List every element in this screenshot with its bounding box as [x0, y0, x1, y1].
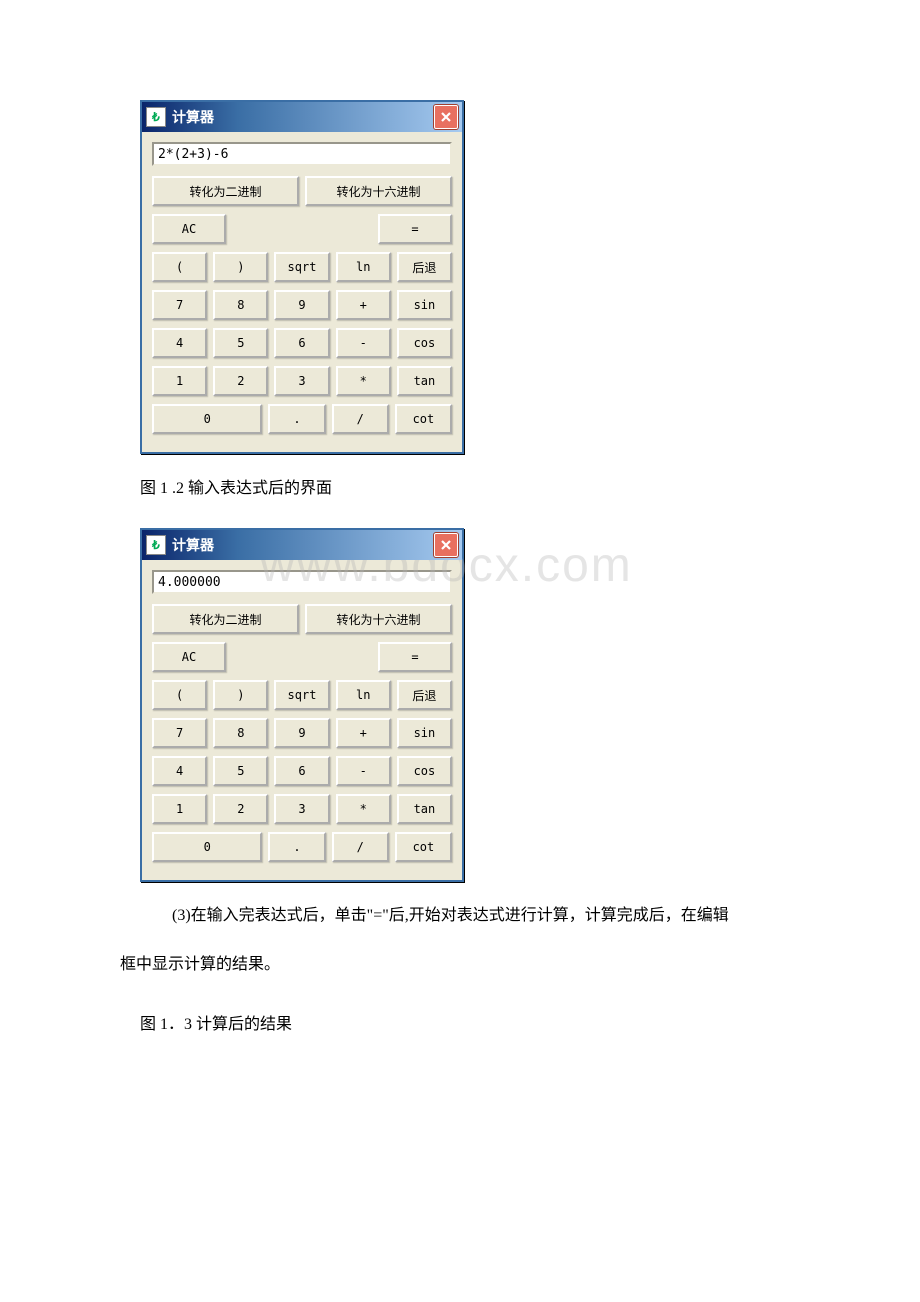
- calculator-body: 转化为二进制 转化为十六进制 AC = ( ) sqrt ln 后退 7: [142, 560, 462, 880]
- close-icon[interactable]: [434, 105, 458, 129]
- ac-button[interactable]: AC: [152, 214, 226, 244]
- key-7[interactable]: 7: [152, 290, 207, 320]
- tan-button[interactable]: tan: [397, 794, 452, 824]
- key-2[interactable]: 2: [213, 794, 268, 824]
- dot-button[interactable]: .: [268, 404, 325, 434]
- spacer: [232, 214, 372, 244]
- sin-button[interactable]: sin: [397, 718, 452, 748]
- to-binary-button[interactable]: 转化为二进制: [152, 176, 299, 206]
- key-4[interactable]: 4: [152, 328, 207, 358]
- key-2[interactable]: 2: [213, 366, 268, 396]
- key-5[interactable]: 5: [213, 328, 268, 358]
- titlebar[interactable]: ₺ 计算器: [142, 102, 462, 132]
- cos-button[interactable]: cos: [397, 756, 452, 786]
- key-0[interactable]: 0: [152, 404, 262, 434]
- key-3[interactable]: 3: [274, 794, 329, 824]
- lparen-button[interactable]: (: [152, 252, 207, 282]
- key-1[interactable]: 1: [152, 794, 207, 824]
- div-button[interactable]: /: [332, 832, 389, 862]
- cot-button[interactable]: cot: [395, 832, 452, 862]
- lparen-button[interactable]: (: [152, 680, 207, 710]
- cos-button[interactable]: cos: [397, 328, 452, 358]
- expression-input[interactable]: [152, 570, 452, 594]
- sin-button[interactable]: sin: [397, 290, 452, 320]
- app-icon: ₺: [146, 535, 166, 555]
- to-binary-button[interactable]: 转化为二进制: [152, 604, 299, 634]
- key-8[interactable]: 8: [213, 290, 268, 320]
- figure-caption-1: 图 1 .2 输入表达式后的界面: [140, 474, 800, 498]
- ac-button[interactable]: AC: [152, 642, 226, 672]
- equals-button[interactable]: =: [378, 642, 452, 672]
- key-0[interactable]: 0: [152, 832, 262, 862]
- dot-button[interactable]: .: [268, 832, 325, 862]
- tan-button[interactable]: tan: [397, 366, 452, 396]
- key-9[interactable]: 9: [274, 718, 329, 748]
- key-6[interactable]: 6: [274, 756, 329, 786]
- spacer: [232, 642, 372, 672]
- figure-caption-2: 图 1．3 计算后的结果: [140, 1010, 800, 1034]
- rparen-button[interactable]: ): [213, 680, 268, 710]
- back-button[interactable]: 后退: [397, 680, 452, 710]
- cot-button[interactable]: cot: [395, 404, 452, 434]
- key-6[interactable]: 6: [274, 328, 329, 358]
- key-4[interactable]: 4: [152, 756, 207, 786]
- ln-button[interactable]: ln: [336, 680, 391, 710]
- key-8[interactable]: 8: [213, 718, 268, 748]
- div-button[interactable]: /: [332, 404, 389, 434]
- key-3[interactable]: 3: [274, 366, 329, 396]
- ln-button[interactable]: ln: [336, 252, 391, 282]
- window-title: 计算器: [172, 535, 434, 555]
- sqrt-button[interactable]: sqrt: [274, 680, 329, 710]
- mul-button[interactable]: *: [336, 794, 391, 824]
- expression-input[interactable]: [152, 142, 452, 166]
- close-icon[interactable]: [434, 533, 458, 557]
- key-7[interactable]: 7: [152, 718, 207, 748]
- minus-button[interactable]: -: [336, 328, 391, 358]
- rparen-button[interactable]: ): [213, 252, 268, 282]
- calculator-window-1: ₺ 计算器 转化为二进制 转化为十六进制 AC = ( ) sqrt ln: [140, 100, 464, 454]
- calculator-window-2: ₺ 计算器 转化为二进制 转化为十六进制 AC = (: [140, 528, 464, 882]
- sqrt-button[interactable]: sqrt: [274, 252, 329, 282]
- window-title: 计算器: [172, 107, 434, 127]
- calculator-body: 转化为二进制 转化为十六进制 AC = ( ) sqrt ln 后退 7 8 9…: [142, 132, 462, 452]
- to-hex-button[interactable]: 转化为十六进制: [305, 176, 452, 206]
- minus-button[interactable]: -: [336, 756, 391, 786]
- equals-button[interactable]: =: [378, 214, 452, 244]
- mul-button[interactable]: *: [336, 366, 391, 396]
- plus-button[interactable]: +: [336, 718, 391, 748]
- description-line2: 框中显示计算的结果。: [120, 951, 800, 980]
- description-line1: (3)在输入完表达式后，单击"="后,开始对表达式进行计算，计算完成后，在编辑: [140, 902, 800, 931]
- titlebar[interactable]: ₺ 计算器: [142, 530, 462, 560]
- plus-button[interactable]: +: [336, 290, 391, 320]
- to-hex-button[interactable]: 转化为十六进制: [305, 604, 452, 634]
- key-5[interactable]: 5: [213, 756, 268, 786]
- key-1[interactable]: 1: [152, 366, 207, 396]
- app-icon: ₺: [146, 107, 166, 127]
- key-9[interactable]: 9: [274, 290, 329, 320]
- back-button[interactable]: 后退: [397, 252, 452, 282]
